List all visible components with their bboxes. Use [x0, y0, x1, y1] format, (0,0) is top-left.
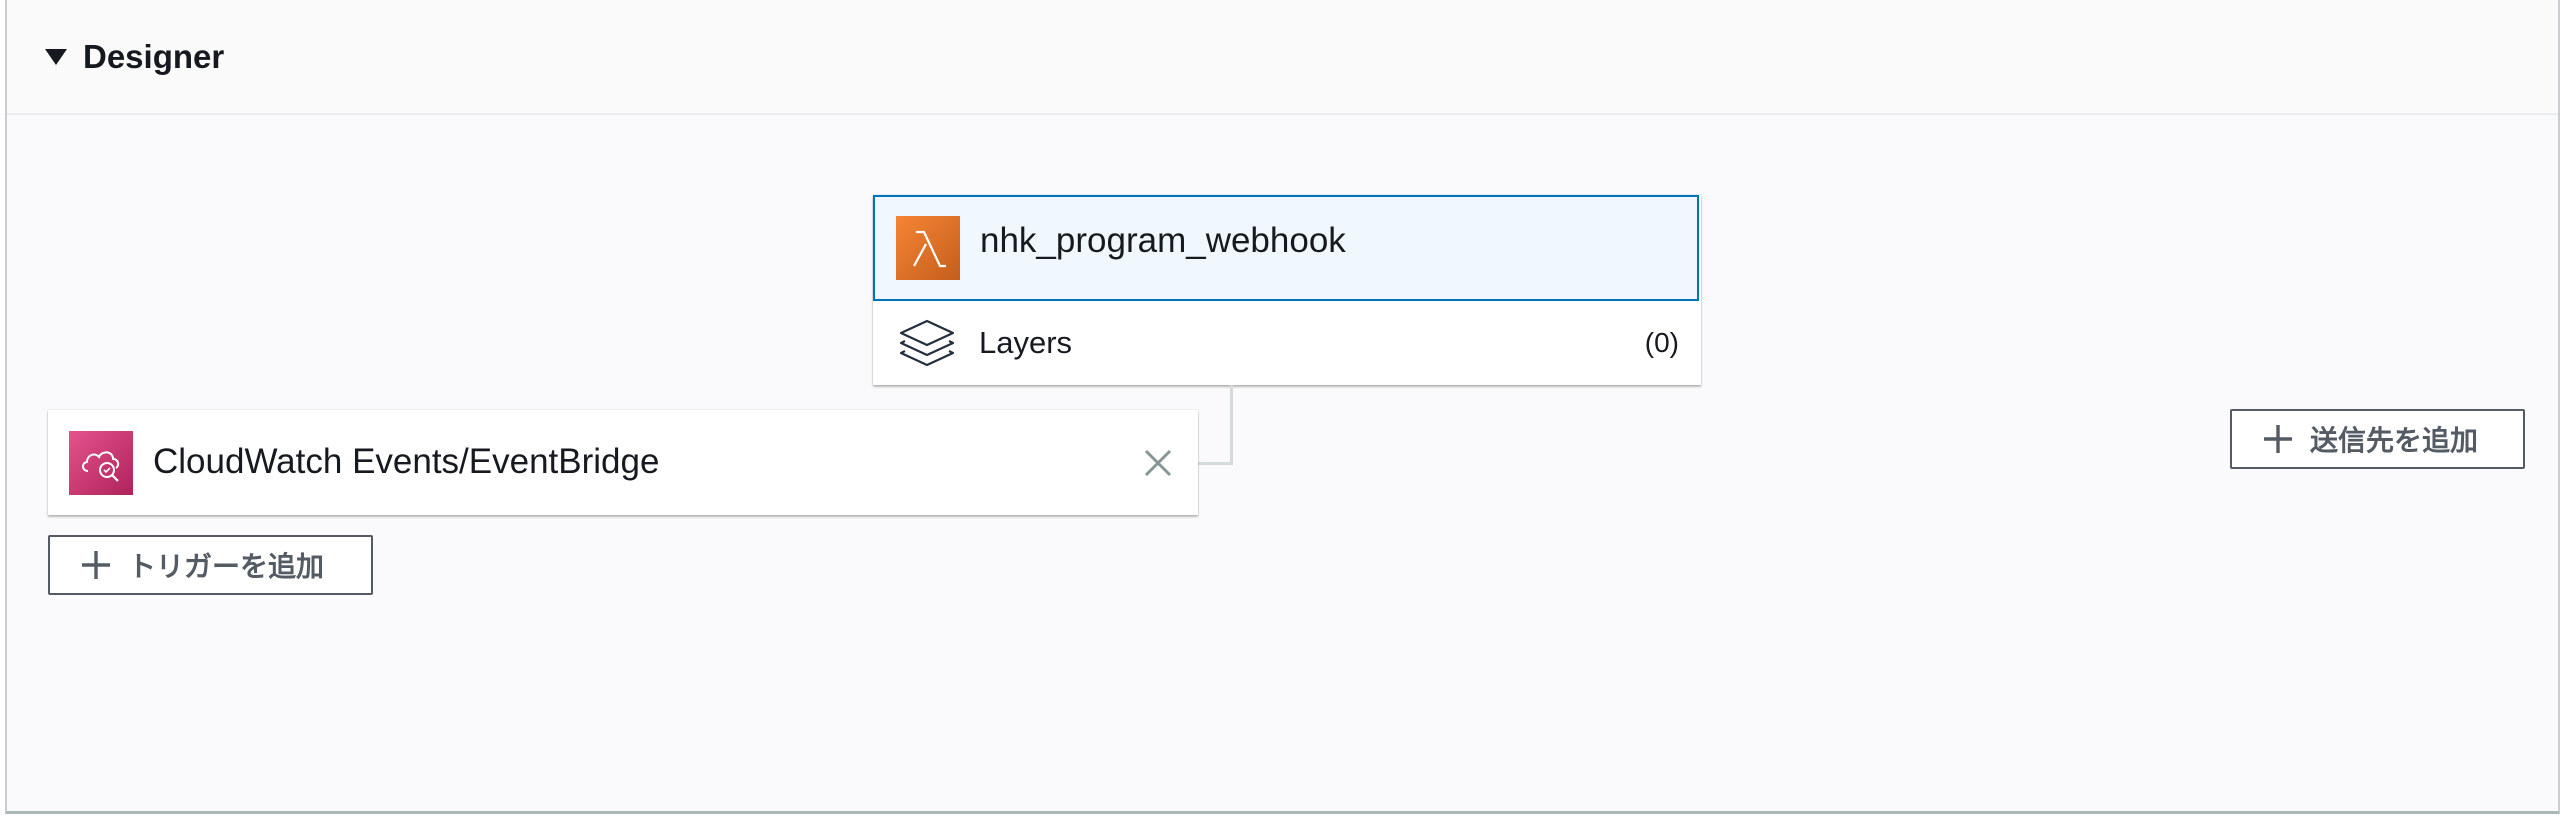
function-node[interactable]: nhk_program_webhook	[873, 195, 1699, 301]
layers-count: (0)	[1644, 327, 1679, 358]
add-trigger-label: トリガーを追加	[128, 551, 325, 582]
layers-icon	[899, 319, 955, 367]
designer-header: Designer	[7, 0, 2558, 115]
close-icon[interactable]	[1140, 445, 1176, 481]
add-destination-button[interactable]: 送信先を追加	[2230, 409, 2525, 469]
trigger-name: CloudWatch Events/EventBridge	[153, 441, 660, 481]
add-trigger-button[interactable]: トリガーを追加	[48, 535, 373, 595]
lambda-icon	[896, 216, 960, 280]
cloudwatch-events-icon	[69, 430, 133, 495]
add-destination-label: 送信先を追加	[2310, 425, 2479, 456]
layers-label: Layers	[979, 325, 1073, 360]
trigger-connector-line	[1193, 385, 1233, 465]
designer-panel: Designer nhk_program_webhook Layers (0)	[5, 0, 2560, 814]
trigger-node[interactable]: CloudWatch Events/EventBridge	[48, 410, 1198, 515]
designer-title: Designer	[83, 38, 225, 75]
plus-icon	[2264, 425, 2292, 453]
plus-icon	[82, 551, 110, 579]
layers-node[interactable]: Layers (0)	[873, 301, 1701, 385]
caret-down-icon	[45, 49, 67, 65]
function-name: nhk_program_webhook	[980, 221, 1346, 260]
designer-collapse-toggle[interactable]: Designer	[45, 32, 224, 82]
function-card: nhk_program_webhook Layers (0)	[873, 195, 1701, 385]
